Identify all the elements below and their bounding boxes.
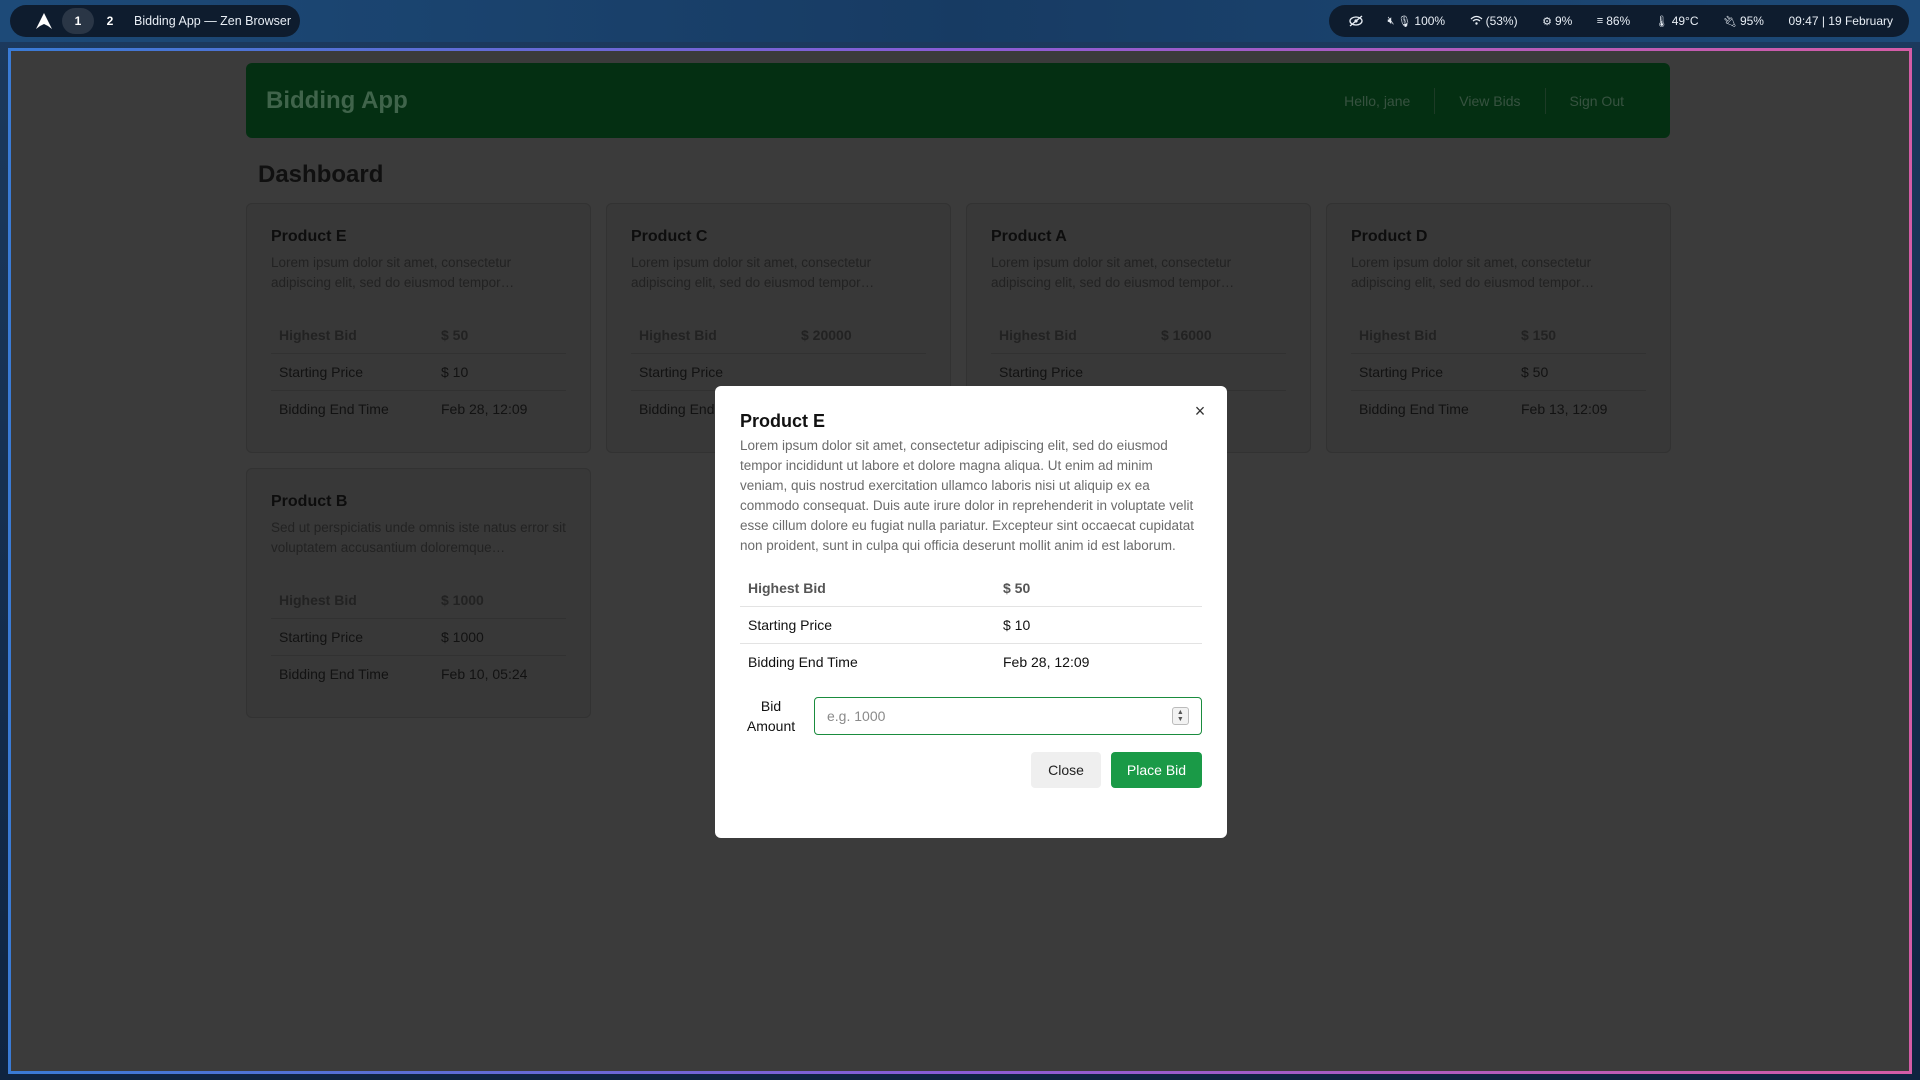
bid-amount-field[interactable]: ▲ ▼ <box>814 697 1202 735</box>
close-icon[interactable]: × <box>1189 400 1211 422</box>
cpu-status[interactable]: ⚙︎ 9% <box>1542 14 1572 28</box>
highest-bid-label: Highest Bid <box>740 570 995 607</box>
starting-price-value: $ 10 <box>995 606 1202 644</box>
highest-bid-value: $ 50 <box>995 570 1202 607</box>
end-time-value: Feb 28, 12:09 <box>1003 654 1090 670</box>
wifi-icon <box>1470 15 1483 28</box>
temperature-status[interactable]: 🌡︎ 49°C <box>1655 14 1699 28</box>
wifi-status[interactable]: (53%) <box>1470 14 1518 28</box>
clock[interactable]: 09:47 | 19 February <box>1788 14 1893 28</box>
modal-description: Lorem ipsum dolor sit amet, consectetur … <box>740 438 1195 553</box>
workspace-1[interactable]: 1 <box>62 8 94 34</box>
starting-price-label: Starting Price <box>740 606 995 644</box>
memory-icon: ≡ <box>1596 15 1604 27</box>
cpu-icon: ⚙︎ <box>1542 15 1552 28</box>
bid-modal: × Product E Lorem ipsum dolor sit amet, … <box>715 386 1227 838</box>
status-pill: 🔇︎ 🎙︎ 100% (53%) ⚙︎ 9% ≡ 86% 🌡︎ 49°C 🔌︎ … <box>1329 5 1909 37</box>
privacy-eye-icon[interactable] <box>1349 15 1363 27</box>
system-top-bar: 1 2 Bidding App — Zen Browser 🔇︎ 🎙︎ 100%… <box>0 0 1920 42</box>
bid-amount-input[interactable] <box>827 708 1172 724</box>
spinner-down-icon[interactable]: ▼ <box>1177 716 1184 723</box>
workspace-2[interactable]: 2 <box>94 8 126 34</box>
battery-status[interactable]: 🔌︎ 95% <box>1723 14 1764 28</box>
number-spinner-icon[interactable]: ▲ ▼ <box>1171 707 1189 725</box>
browser-window: Bidding App Hello, jane View Bids Sign O… <box>8 48 1912 1074</box>
volume-status[interactable]: 🔇︎ 🎙︎ 100% <box>1387 14 1445 28</box>
bid-label-line1: Bid <box>760 698 782 714</box>
spinner-up-icon[interactable]: ▲ <box>1177 709 1184 716</box>
arch-logo-icon[interactable] <box>26 5 62 37</box>
place-bid-button[interactable]: Place Bid <box>1111 752 1202 788</box>
bid-label-line2: Amount <box>746 718 796 734</box>
bid-amount-row: Bid Amount ▲ ▼ <box>740 696 1202 736</box>
speaker-muted-icon: 🔇︎ <box>1387 14 1395 27</box>
bid-amount-label: Bid Amount <box>740 696 802 736</box>
modal-actions: Close Place Bid <box>740 752 1202 788</box>
memory-status[interactable]: ≡ 86% <box>1597 14 1630 28</box>
battery-plug-icon: 🔌︎ <box>1722 15 1737 28</box>
modal-title: Product E <box>740 411 826 431</box>
thermometer-icon: 🌡︎ <box>1654 15 1669 28</box>
page-content: Bidding App Hello, jane View Bids Sign O… <box>11 51 1909 1071</box>
microphone-icon: 🎙︎ <box>1397 15 1412 28</box>
end-time-label: Bidding End Time <box>748 654 858 670</box>
modal-details-table: Highest Bid $ 50 Starting Price $ 10 Biddi… <box>740 570 1202 680</box>
workspace-pill: 1 2 Bidding App — Zen Browser <box>10 5 300 37</box>
close-button[interactable]: Close <box>1031 752 1101 788</box>
active-window-title: Bidding App — Zen Browser <box>134 14 292 28</box>
